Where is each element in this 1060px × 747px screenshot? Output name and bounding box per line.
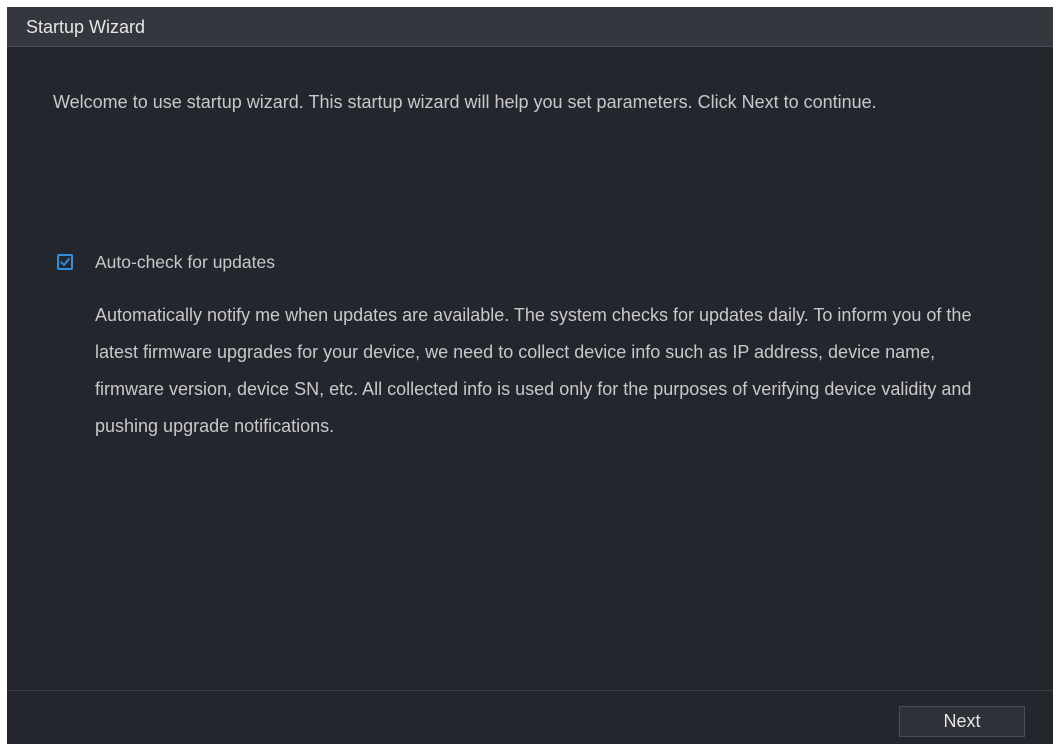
auto-check-updates-label: Auto-check for updates (95, 252, 275, 272)
auto-check-description: Automatically notify me when updates are… (95, 305, 972, 436)
footer-divider (7, 690, 1053, 691)
next-button[interactable]: Next (899, 706, 1025, 737)
startup-wizard-dialog: Startup Wizard Welcome to use startup wi… (7, 7, 1053, 744)
window-title: Startup Wizard (26, 17, 146, 37)
welcome-text: Welcome to use startup wizard. This star… (53, 92, 877, 112)
checkmark-icon (60, 258, 70, 266)
title-bar: Startup Wizard (7, 7, 1053, 47)
auto-check-updates-row[interactable]: Auto-check for updates (57, 250, 275, 274)
auto-check-updates-checkbox[interactable] (57, 254, 73, 270)
